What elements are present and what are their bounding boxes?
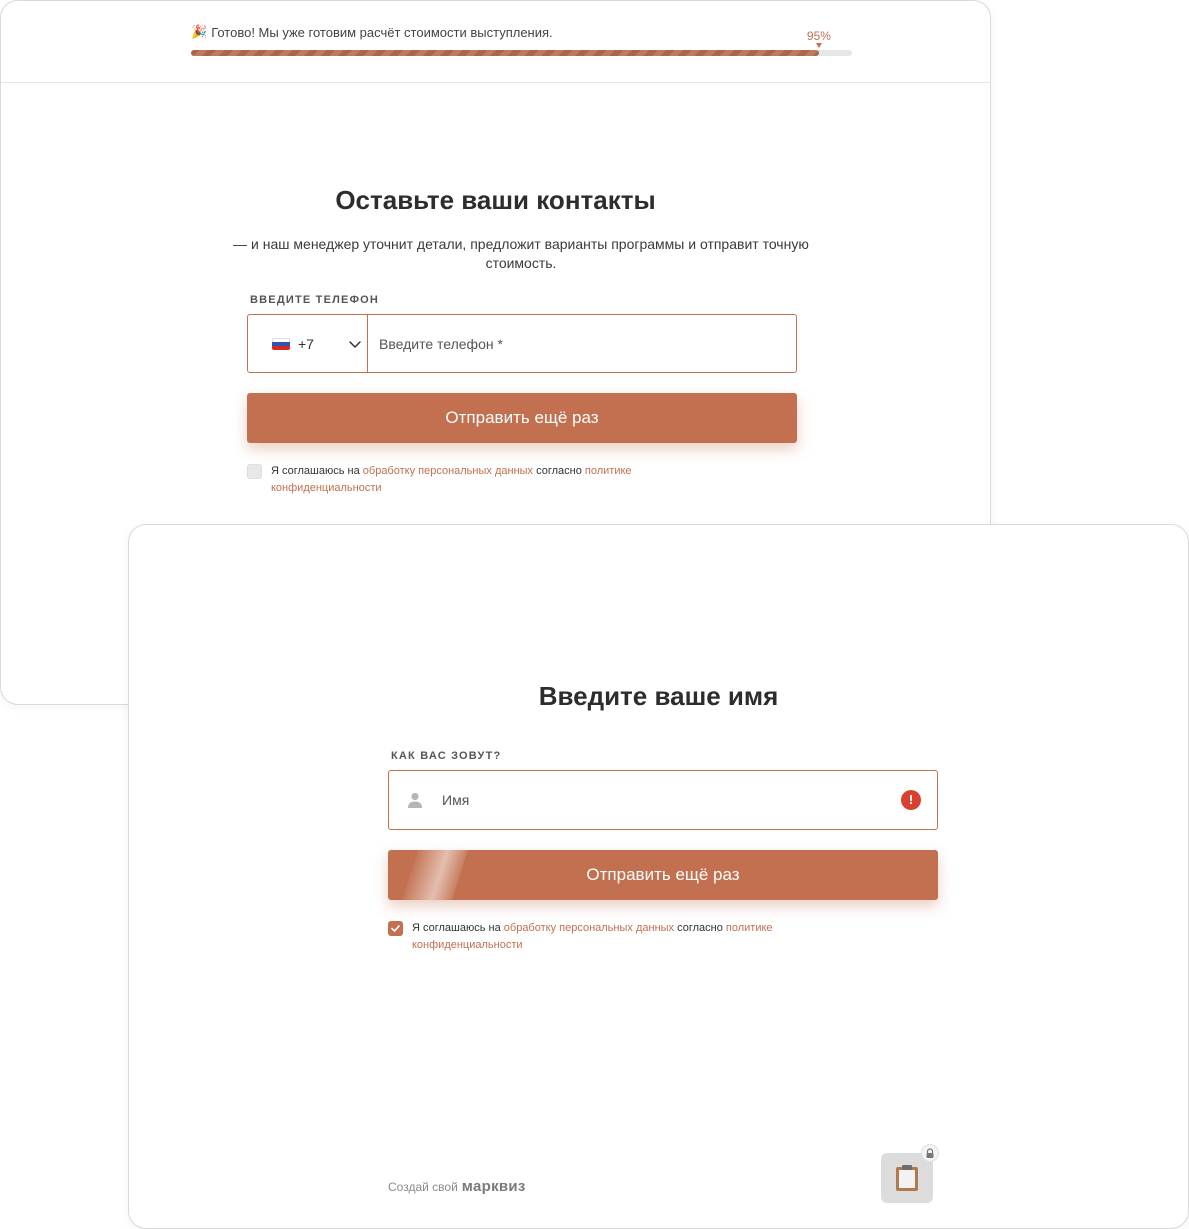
submit-name-button[interactable]: Отправить ещё раз [388, 850, 938, 900]
footer-prefix: Создай свой [388, 1180, 458, 1194]
personal-data-link[interactable]: обработку персональных данных [504, 922, 674, 934]
progress-percent-label: 95% [806, 29, 831, 43]
chevron-down-icon [349, 340, 361, 348]
clipboard-icon [896, 1165, 918, 1191]
progress-bar [191, 50, 852, 56]
personal-data-link[interactable]: обработку персональных данных [363, 465, 533, 477]
submit-phone-label: Отправить ещё раз [445, 408, 599, 427]
button-shine [400, 850, 470, 900]
party-icon: 🎉 [191, 24, 208, 39]
name-field-label: КАК ВАС ЗОВУТ? [391, 750, 502, 762]
consent-prefix: Я соглашаюсь на [412, 922, 504, 934]
lock-icon [921, 1144, 939, 1162]
name-step-card: Введите ваше имя КАК ВАС ЗОВУТ? ! Отправ… [128, 524, 1189, 1229]
progress-percent: 95% [807, 29, 831, 48]
progress-pointer-icon [815, 43, 822, 48]
consent-middle: согласно [674, 922, 726, 934]
russia-flag-icon [272, 337, 290, 350]
phone-consent-text: Я соглашаюсь на обработку персональных д… [271, 463, 691, 497]
name-input[interactable] [424, 792, 901, 808]
name-field: ! [388, 770, 938, 830]
submit-phone-button[interactable]: Отправить ещё раз [247, 393, 797, 443]
page-subtitle: — и наш менеджер уточнит детали, предлож… [233, 236, 809, 271]
person-icon [408, 792, 422, 808]
progress-message: 🎉 Готово! Мы уже готовим расчёт стоимост… [191, 24, 553, 40]
name-consent: Я соглашаюсь на обработку персональных д… [388, 920, 832, 954]
name-consent-text: Я соглашаюсь на обработку персональных д… [412, 920, 832, 954]
page-title: Оставьте ваши контакты [335, 185, 656, 215]
phone-field-label: ВВЕДИТЕ ТЕЛЕФОН [250, 294, 380, 306]
progress-message-text: Готово! Мы уже готовим расчёт стоимости … [211, 24, 553, 40]
country-code-value: +7 [298, 335, 314, 352]
phone-consent-checkbox[interactable] [247, 464, 262, 479]
country-code-select[interactable]: +7 [248, 315, 368, 372]
progress-bar-fill [191, 50, 819, 56]
consent-middle: согласно [533, 465, 585, 477]
phone-field: +7 [247, 314, 797, 373]
phone-input[interactable] [368, 315, 796, 372]
progress-header: 🎉 Готово! Мы уже готовим расчёт стоимост… [1, 1, 990, 83]
footer-brand-link[interactable]: Создай свой марквиз [388, 1178, 526, 1195]
checkmark-icon [391, 925, 400, 932]
error-icon: ! [901, 790, 921, 810]
name-consent-checkbox[interactable] [388, 921, 403, 936]
consent-prefix: Я соглашаюсь на [271, 465, 363, 477]
submit-name-label: Отправить ещё раз [586, 865, 740, 884]
brand-logo: марквиз [461, 1178, 526, 1195]
phone-consent: Я соглашаюсь на обработку персональных д… [247, 463, 691, 497]
name-step-title: Введите ваше имя [538, 681, 779, 711]
